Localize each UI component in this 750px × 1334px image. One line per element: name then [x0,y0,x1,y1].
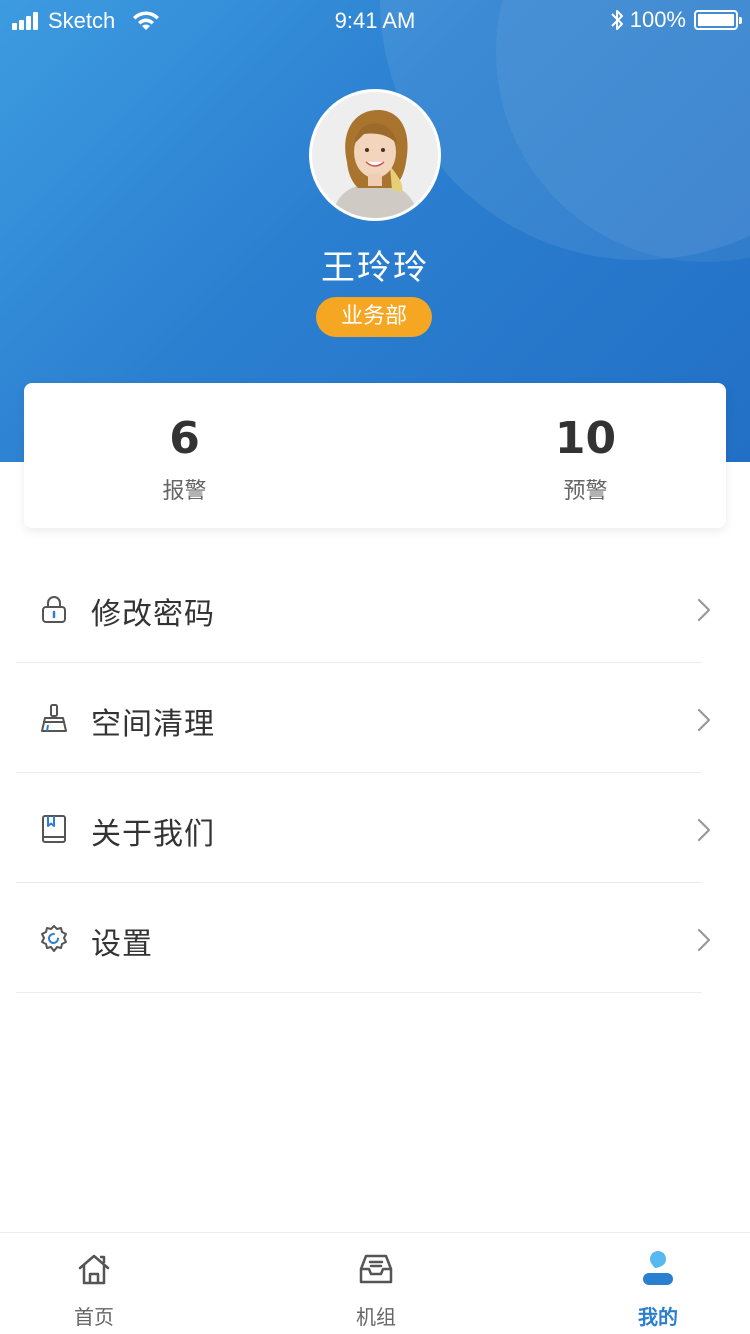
warning-count: 10 [554,413,617,464]
status-bar-right: 100% [610,7,742,33]
alarm-label: 报警 [162,479,207,504]
chevron-right-icon [697,818,711,842]
menu-label: 空间清理 [91,707,215,742]
menu-label: 修改密码 [91,597,215,632]
settings-menu: 修改密码 空间清理 关于我们 设置 [0,553,750,993]
broom-icon [41,704,67,732]
avatar-image [312,92,438,218]
department-badge: 业务部 [316,297,432,337]
menu-item-clear-storage[interactable]: 空间清理 [0,663,750,773]
status-bar: Sketch 9:41 AM 100% [0,0,750,40]
user-icon [643,1251,673,1285]
chevron-right-icon [697,928,711,952]
menu-item-change-password[interactable]: 修改密码 [0,553,750,663]
bluetooth-icon [611,10,623,30]
battery-percent: 100% [629,7,686,32]
menu-label: 关于我们 [91,817,215,852]
avatar[interactable] [309,89,441,221]
tab-label: 首页 [74,1305,114,1329]
lock-icon [42,596,66,623]
menu-label: 设置 [91,927,153,962]
alarm-stat[interactable]: 6 报警 [24,383,375,528]
tab-label: 机组 [356,1305,396,1329]
warning-label: 预警 [563,479,608,504]
gear-icon [41,925,67,952]
home-icon [78,1254,110,1285]
menu-item-about-us[interactable]: 关于我们 [0,773,750,883]
tab-bar: 首页 机组 我的 [0,1232,750,1334]
stats-card: 6 报警 10 预警 [24,383,726,528]
chevron-right-icon [697,708,711,732]
user-name: 王玲玲 [321,248,429,288]
tab-units[interactable]: 机组 [276,1233,476,1334]
tab-label: 我的 [638,1305,678,1329]
tab-home[interactable]: 首页 [0,1233,194,1334]
tab-mine[interactable]: 我的 [558,1233,750,1334]
alarm-count: 6 [169,413,200,464]
chevron-right-icon [697,598,711,622]
menu-item-settings[interactable]: 设置 [0,883,750,993]
battery-icon [694,10,742,30]
warning-stat[interactable]: 10 预警 [375,383,726,528]
book-icon [42,815,66,843]
inbox-icon [359,1254,393,1284]
